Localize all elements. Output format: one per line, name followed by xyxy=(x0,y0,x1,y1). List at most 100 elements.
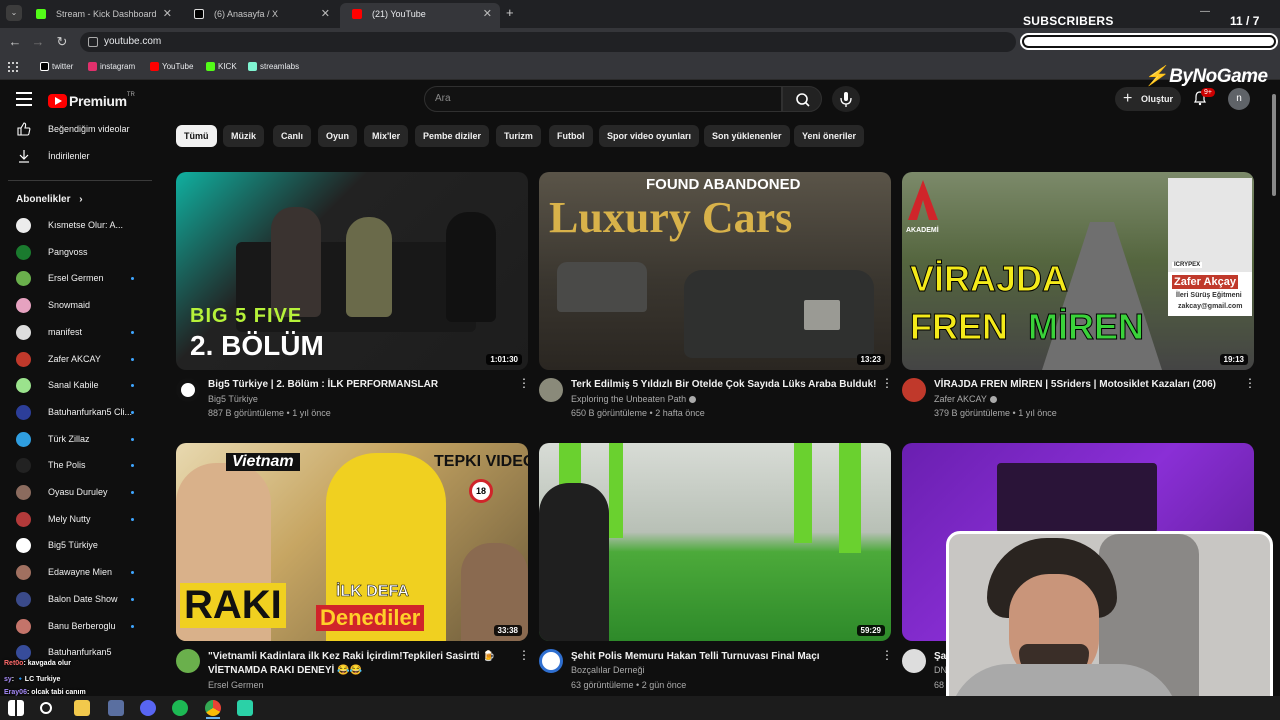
sidebar-item-downloads[interactable]: İndirilenler xyxy=(16,150,90,163)
sidebar-item-label: Beğendiğim videolar xyxy=(48,124,130,134)
tab-kick-dashboard[interactable]: Stream - Kick Dashboard ✕ xyxy=(24,3,180,28)
forward-icon[interactable]: → xyxy=(29,33,47,51)
close-icon[interactable]: ✕ xyxy=(483,3,492,25)
sidebar-subscription-item[interactable]: Balon Date Show xyxy=(16,591,136,608)
sidebar-subscription-item[interactable]: Banu Berberoglu xyxy=(16,618,136,635)
video-title[interactable]: VİRAJDA FREN MİREN | 5Sriders | Motosikl… xyxy=(934,378,1244,391)
filter-chip[interactable]: Turizm xyxy=(496,125,541,147)
url-field[interactable]: youtube.com xyxy=(80,32,1016,52)
sidebar-item-liked-videos[interactable]: Beğendiğim videolar xyxy=(16,122,130,136)
close-icon[interactable]: ✕ xyxy=(321,3,330,25)
chrome-icon[interactable] xyxy=(205,700,221,716)
windows-icon[interactable] xyxy=(8,700,24,716)
bookmark-streamlabs[interactable]: streamlabs xyxy=(248,62,299,71)
bookmark-instagram[interactable]: instagram xyxy=(88,62,135,71)
channel-name[interactable]: Ersel Germen xyxy=(208,680,264,690)
site-info-icon[interactable] xyxy=(88,37,98,47)
account-avatar[interactable]: n xyxy=(1228,88,1250,110)
channel-name[interactable]: Big5 Türkiye xyxy=(208,394,258,404)
sidebar-subscription-item[interactable]: Batuhanfurkan5 Cli... xyxy=(16,404,136,421)
filter-chip[interactable]: Spor video oyunları xyxy=(599,125,700,147)
video-title[interactable]: Terk Edilmiş 5 Yıldızlı Bir Otelde Çok S… xyxy=(571,378,881,391)
video-title-line2[interactable]: VİETNAMDA RAKI DENEYİ 😂😂 xyxy=(208,664,518,677)
video-title[interactable]: Big5 Türkiye | 2. Bölüm : İLK PERFORMANS… xyxy=(208,378,518,391)
kick-icon[interactable] xyxy=(237,700,253,716)
channel-avatar[interactable] xyxy=(539,378,563,402)
filter-chip[interactable]: Son yüklenenler xyxy=(704,125,790,147)
search-icon[interactable] xyxy=(40,702,52,714)
video-title[interactable]: Şehit Polis Memuru Hakan Telli Turnuvası… xyxy=(571,650,881,663)
filter-chip[interactable]: Oyun xyxy=(318,125,358,147)
filter-chip[interactable]: Mix'ler xyxy=(364,125,409,147)
video-thumbnail[interactable]: FOUND ABANDONED Luxury Cars 13:23 xyxy=(539,172,891,370)
youtube-premium-logo[interactable]: PremiumTR xyxy=(48,92,135,110)
channel-avatar[interactable] xyxy=(176,378,200,402)
sidebar-subscription-item[interactable]: Kısmetse Olur: A... xyxy=(16,218,136,234)
filter-chip[interactable]: Futbol xyxy=(549,125,593,147)
discord-icon[interactable] xyxy=(140,700,156,716)
sidebar-subscription-item[interactable]: Sanal Kabile xyxy=(16,378,136,394)
sidebar-subscription-item[interactable]: Big5 Türkiye xyxy=(16,538,136,554)
filter-chip[interactable]: Yeni öneriler xyxy=(794,125,865,147)
sidebar-subscription-item[interactable]: Edawayne Mien xyxy=(16,565,136,581)
channel-name[interactable]: Zafer AKCAY xyxy=(934,394,997,404)
filter-chip[interactable]: Canlı xyxy=(273,125,312,147)
sidebar-subscription-item[interactable]: Snowmaid xyxy=(16,298,136,314)
app-icon[interactable] xyxy=(108,700,124,716)
video-thumbnail[interactable]: BIG 5 FIVE 2. BÖLÜM 1:01:30 xyxy=(176,172,528,370)
active-app-indicator xyxy=(206,717,220,719)
close-icon[interactable]: ✕ xyxy=(163,3,172,25)
sidebar-subscription-item[interactable]: Batuhanfurkan5 xyxy=(16,645,136,661)
bookmark-youtube[interactable]: YouTube xyxy=(150,62,193,71)
sidebar-subscription-item[interactable]: Ersel Germen xyxy=(16,271,136,287)
channel-avatar[interactable] xyxy=(176,649,200,673)
more-options-icon[interactable]: ⋮ xyxy=(518,649,530,661)
back-icon[interactable]: ← xyxy=(6,33,24,51)
voice-search-button[interactable] xyxy=(832,86,860,112)
tab-list-icon[interactable]: ⌄ xyxy=(6,5,22,21)
sidebar-subscription-item[interactable]: Türk Zillaz xyxy=(16,431,136,448)
filter-chip[interactable]: Müzik xyxy=(223,125,265,147)
tab-x[interactable]: (6) Anasayfa / X ✕ xyxy=(182,3,338,28)
filter-chip[interactable]: Tümü xyxy=(176,125,217,147)
reload-icon[interactable]: ↻ xyxy=(53,33,71,51)
video-thumbnail[interactable]: 59:29 xyxy=(539,443,891,641)
scrollbar-thumb[interactable] xyxy=(1272,94,1276,196)
chat-message: sy: 🔹LC Turkiye xyxy=(4,675,60,683)
apps-grid-icon[interactable] xyxy=(8,62,18,72)
bookmark-kick[interactable]: KICK xyxy=(206,62,237,71)
subscriptions-heading[interactable]: Abonelikler › xyxy=(16,194,83,205)
hamburger-menu-icon[interactable] xyxy=(16,92,32,106)
video-title[interactable]: "Vietnamli Kadinlara ilk Kez Raki İçirdi… xyxy=(208,650,518,663)
create-button[interactable]: + Oluştur xyxy=(1115,87,1181,111)
bookmark-twitter[interactable]: twitter xyxy=(40,62,73,71)
sidebar-subscription-item[interactable]: manifest xyxy=(16,324,136,341)
sidebar-subscription-item[interactable]: The Polis xyxy=(16,458,136,474)
search-input[interactable]: Ara xyxy=(424,86,782,112)
channel-avatar[interactable] xyxy=(902,378,926,402)
video-thumbnail[interactable]: Vietnam TEPKI VIDEO 18 RAKI İLK DEFA Den… xyxy=(176,443,528,641)
channel-avatar[interactable] xyxy=(539,649,563,673)
files-icon[interactable] xyxy=(74,700,90,716)
more-options-icon[interactable]: ⋮ xyxy=(518,377,530,389)
tab-youtube[interactable]: (21) YouTube ✕ xyxy=(340,3,500,28)
sidebar-subscription-item[interactable]: Pangvoss xyxy=(16,244,136,261)
sidebar-subscription-item[interactable]: Mely Nutty xyxy=(16,511,136,528)
minimize-icon[interactable]: — xyxy=(1200,6,1210,17)
sidebar-subscription-item[interactable]: Oyasu Duruley xyxy=(16,485,136,501)
video-thumbnail[interactable]: AKADEMİ ICRYPEX Zafer Akçay İleri Sürüş … xyxy=(902,172,1254,370)
search-button[interactable] xyxy=(782,86,822,112)
streamlabs-icon xyxy=(248,62,257,71)
sidebar-subscription-label: Türk Zillaz xyxy=(48,433,90,444)
spotify-icon[interactable] xyxy=(172,700,188,716)
sidebar-subscription-item[interactable]: Zafer AKCAY xyxy=(16,351,136,368)
more-options-icon[interactable]: ⋮ xyxy=(881,377,893,389)
channel-name[interactable]: Exploring the Unbeaten Path xyxy=(571,394,697,404)
new-tab-icon[interactable]: + xyxy=(506,5,514,20)
thumbnail-overlay-text: İLK DEFA xyxy=(336,583,409,601)
filter-chip[interactable]: Pembe diziler xyxy=(415,125,490,147)
more-options-icon[interactable]: ⋮ xyxy=(1244,377,1256,389)
more-options-icon[interactable]: ⋮ xyxy=(881,649,893,661)
channel-avatar[interactable] xyxy=(902,649,926,673)
channel-name[interactable]: Bozçalılar Derneği xyxy=(571,665,645,675)
